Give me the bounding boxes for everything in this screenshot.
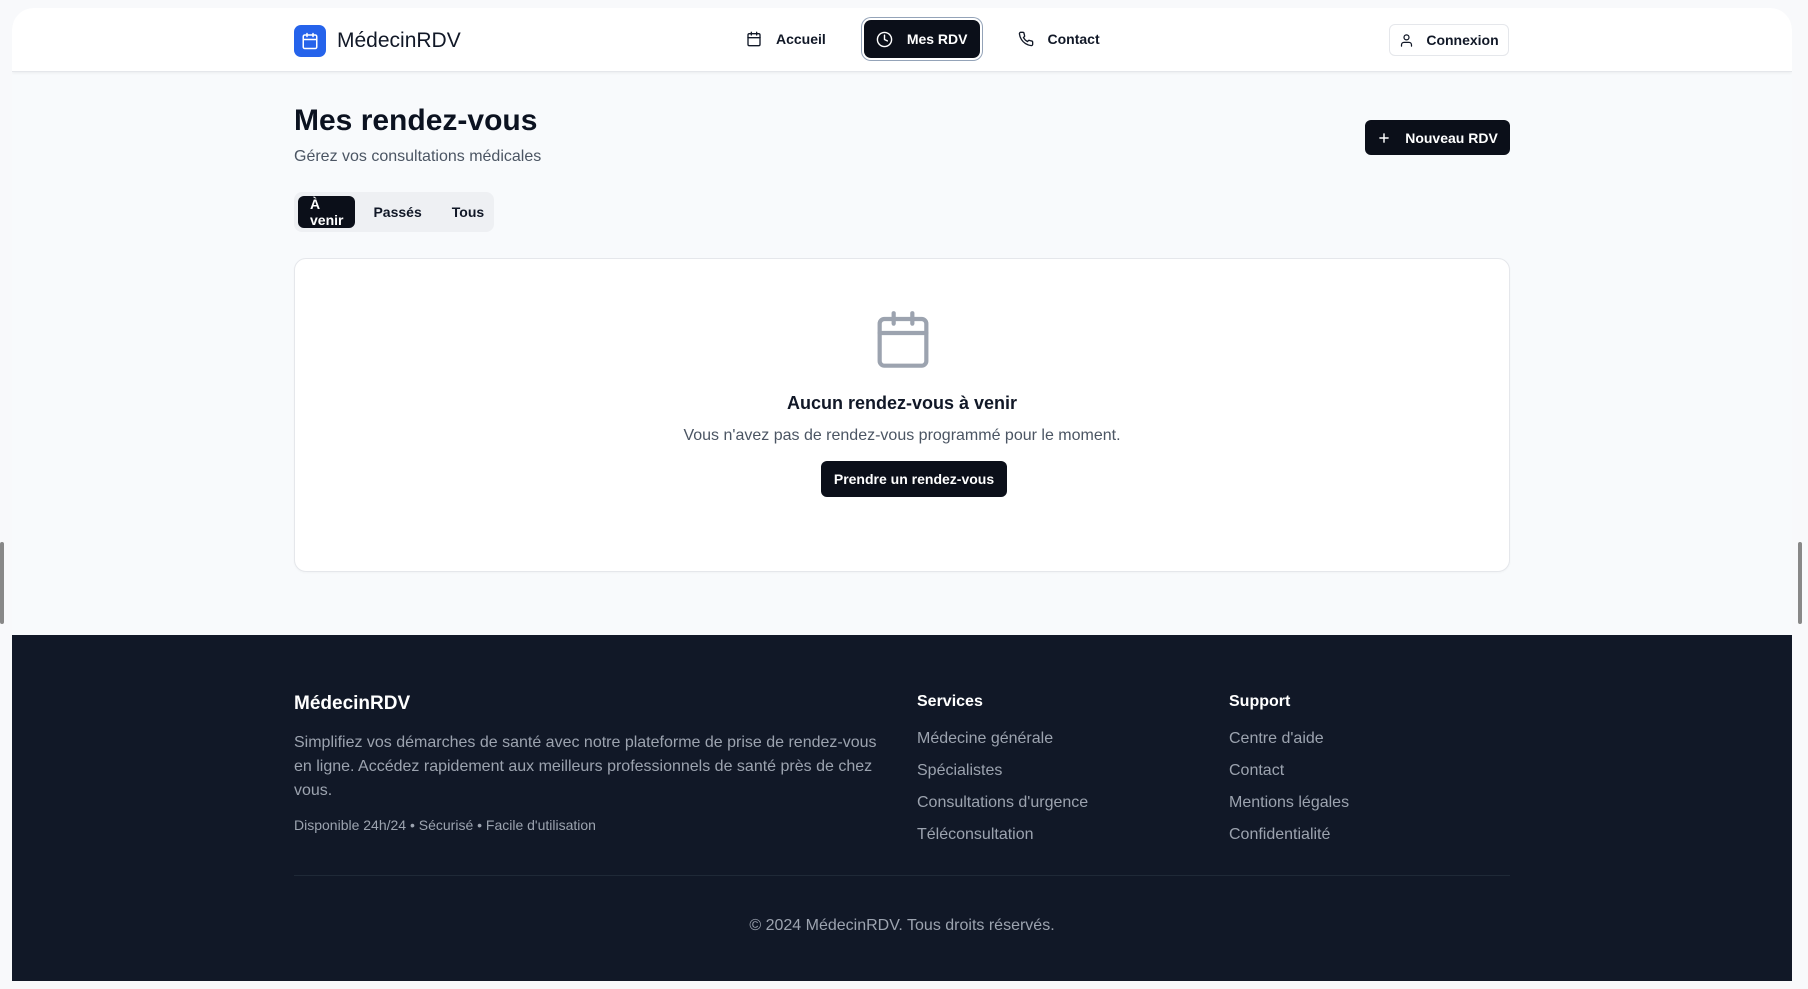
footer-link[interactable]: Mentions légales bbox=[1229, 793, 1349, 825]
footer-link[interactable]: Confidentialité bbox=[1229, 825, 1349, 857]
nav-label: Contact bbox=[1047, 31, 1100, 47]
plus-icon bbox=[1379, 132, 1390, 143]
nav-item-mes-rdv[interactable]: Mes RDV bbox=[863, 20, 980, 58]
login-label: Connexion bbox=[1426, 32, 1499, 48]
top-navbar: MédecinRDV Accueil Mes RDV Contact Conne… bbox=[12, 8, 1792, 72]
phone-icon bbox=[1018, 31, 1033, 47]
footer-copyright: © 2024 MédecinRDV. Tous droits réservés. bbox=[749, 917, 1055, 934]
calendar-icon bbox=[747, 31, 761, 47]
site-footer: MédecinRDV Simplifiez vos démarches de s… bbox=[12, 635, 1792, 981]
page-subtitle: Gérez vos consultations médicales bbox=[294, 148, 542, 165]
footer-support: Support Centre d'aide Contact Mentions l… bbox=[1229, 693, 1349, 857]
nav-label: Mes RDV bbox=[906, 31, 968, 47]
app-window: MédecinRDV Accueil Mes RDV Contact Conne… bbox=[12, 8, 1792, 981]
footer-link[interactable]: Consultations d'urgence bbox=[917, 793, 1088, 825]
footer-link[interactable]: Contact bbox=[1229, 761, 1349, 793]
page-title: Mes rendez-vous bbox=[294, 104, 538, 137]
brand[interactable]: MédecinRDV bbox=[294, 25, 461, 57]
tab-tous[interactable]: Tous bbox=[440, 196, 496, 228]
user-icon bbox=[1401, 33, 1413, 47]
scrollbar-thumb[interactable] bbox=[1798, 542, 1802, 624]
nav-label: Accueil bbox=[776, 31, 826, 47]
brand-name: MédecinRDV bbox=[337, 29, 461, 52]
clock-icon bbox=[876, 31, 893, 47]
footer-support-title: Support bbox=[1229, 693, 1291, 710]
appointment-tabs: À venir Passés Tous bbox=[294, 192, 494, 232]
footer-services: Services Médecine générale Spécialistes … bbox=[917, 693, 1088, 857]
footer-brand: MédecinRDV bbox=[294, 693, 411, 714]
new-appointment-label: Nouveau RDV bbox=[1405, 129, 1498, 146]
footer-tagline: Disponible 24h/24 • Sécurisé • Facile d'… bbox=[294, 817, 596, 833]
new-appointment-button[interactable]: Nouveau RDV bbox=[1365, 120, 1510, 155]
main-nav: Accueil Mes RDV Contact bbox=[734, 20, 1112, 58]
empty-state-text: Vous n'avez pas de rendez-vous programmé… bbox=[683, 427, 1121, 444]
footer-link[interactable]: Spécialistes bbox=[917, 761, 1088, 793]
footer-services-title: Services bbox=[917, 693, 983, 710]
footer-divider bbox=[294, 875, 1510, 876]
footer-description: Simplifiez vos démarches de santé avec n… bbox=[294, 734, 877, 799]
tab-a-venir[interactable]: À venir bbox=[298, 196, 356, 228]
login-button[interactable]: Connexion bbox=[1389, 24, 1509, 56]
footer-link[interactable]: Médecine générale bbox=[917, 729, 1088, 761]
tab-passes[interactable]: Passés bbox=[361, 196, 433, 228]
nav-item-accueil[interactable]: Accueil bbox=[734, 20, 838, 58]
empty-state-card: Aucun rendez-vous à venir Vous n'avez pa… bbox=[294, 258, 1510, 572]
footer-link[interactable]: Centre d'aide bbox=[1229, 729, 1349, 761]
left-scroll-indicator bbox=[0, 542, 4, 624]
book-appointment-button[interactable]: Prendre un rendez-vous bbox=[821, 461, 1007, 497]
nav-item-contact[interactable]: Contact bbox=[1006, 20, 1112, 58]
empty-state-title: Aucun rendez-vous à venir bbox=[786, 393, 1018, 413]
calendar-empty-icon bbox=[877, 311, 929, 368]
calendar-logo-icon bbox=[294, 25, 326, 57]
footer-link[interactable]: Téléconsultation bbox=[917, 825, 1088, 857]
